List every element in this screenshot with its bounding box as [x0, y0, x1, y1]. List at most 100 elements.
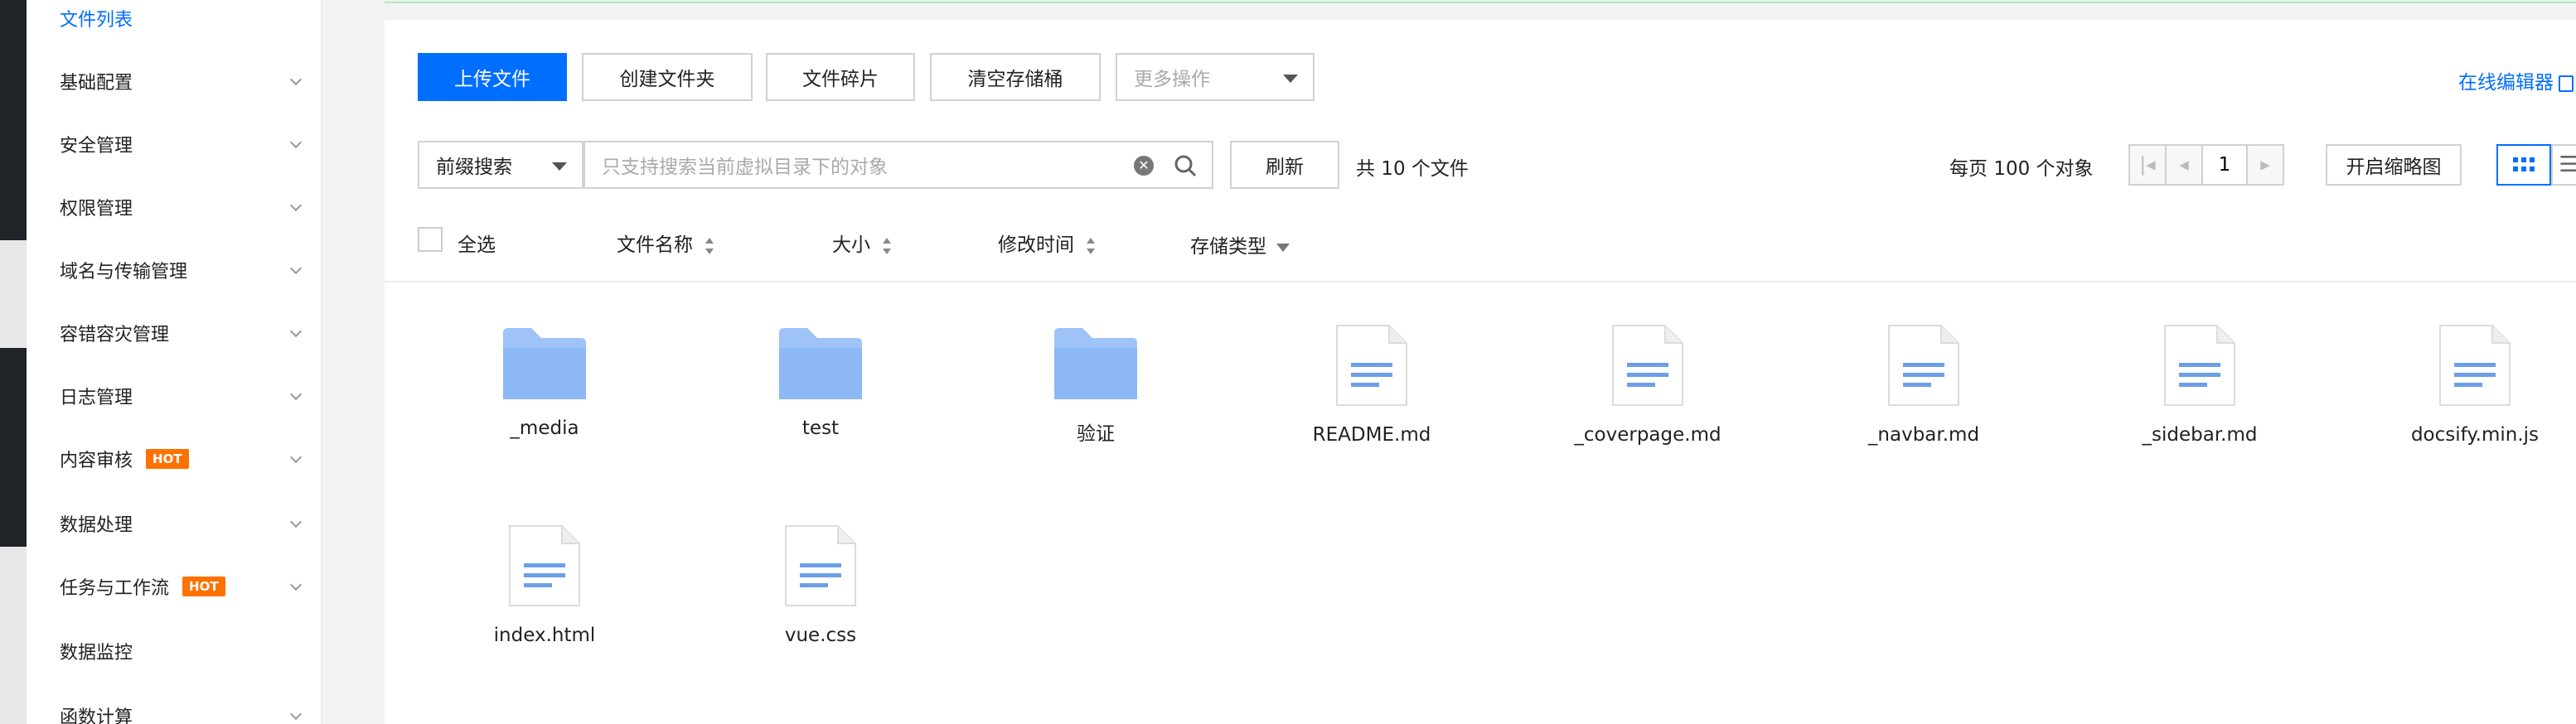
sidebar-item-tasks-workflow[interactable]: 任务与工作流 HOT	[60, 570, 303, 603]
column-size-label: 大小	[832, 234, 870, 256]
file-item[interactable]: index.html	[445, 525, 644, 646]
document-icon	[1888, 325, 1959, 406]
file-name: _sidebar.md	[2142, 424, 2258, 446]
file-name: docsify.min.js	[2410, 424, 2540, 446]
sidebar-item-label: 域名与传输管理	[60, 262, 188, 282]
online-editor-label: 在线编辑器	[2458, 72, 2554, 94]
sidebar-item-basic-config[interactable]: 基础配置	[60, 65, 303, 98]
sidebar-item-label: 任务与工作流	[60, 578, 170, 599]
select-all-checkbox[interactable]	[418, 227, 443, 252]
edit-icon	[2559, 75, 2574, 92]
chevron-down-icon	[289, 73, 303, 86]
more-actions-label: 更多操作	[1134, 69, 1210, 90]
next-page-button[interactable]: ▸	[2246, 144, 2284, 186]
file-item[interactable]: _coverpage.md	[1548, 325, 1747, 446]
sidebar-item-label: 文件列表	[60, 10, 133, 31]
file-item[interactable]: _sidebar.md	[2100, 325, 2299, 446]
notice-bar	[385, 0, 2576, 3]
caret-down-icon	[1276, 243, 1290, 252]
page-number-input[interactable]: 1	[2201, 144, 2248, 186]
app-root: 文件列表 基础配置 安全管理 权限管理 域名与传输管理 容错容灾管理 日志管理 …	[0, 0, 2576, 724]
search-icon[interactable]	[1174, 154, 1197, 177]
sidebar: 文件列表 基础配置 安全管理 权限管理 域名与传输管理 容错容灾管理 日志管理 …	[27, 0, 322, 724]
grid-view-icon[interactable]	[2496, 144, 2551, 186]
sidebar-item-logs[interactable]: 日志管理	[60, 379, 303, 413]
chevron-down-icon	[289, 578, 303, 591]
document-icon	[2164, 325, 2235, 406]
more-actions-select[interactable]: 更多操作	[1116, 53, 1315, 101]
sidebar-item-monitoring[interactable]: 数据监控	[60, 635, 300, 668]
per-page-select[interactable]: 每页 100 个对象	[1949, 152, 2094, 181]
sort-icon	[882, 237, 892, 255]
document-icon	[509, 525, 580, 606]
select-all-label: 全选	[458, 234, 496, 256]
sidebar-item-data-processing[interactable]: 数据处理	[60, 507, 303, 540]
file-item[interactable]: README.md	[1272, 325, 1471, 446]
file-item[interactable]: _navbar.md	[1824, 325, 2023, 446]
search-placeholder: 只支持搜索当前虚拟目录下的对象	[602, 157, 888, 178]
document-icon	[2439, 325, 2511, 406]
file-name: index.html	[493, 625, 596, 646]
clear-icon[interactable]: ✕	[1134, 156, 1154, 176]
main-panel: 上传文件 创建文件夹 文件碎片 清空存储桶 更多操作 在线编辑器 前缀搜索 只支…	[385, 20, 2576, 724]
file-name: test	[801, 418, 840, 439]
sidebar-item-label: 函数计算	[60, 707, 133, 724]
folder-item[interactable]: _media	[445, 328, 644, 439]
online-editor-link[interactable]: 在线编辑器	[2458, 66, 2574, 94]
header-divider	[385, 281, 2576, 282]
column-name-label: 文件名称	[617, 234, 693, 256]
column-storage-label: 存储类型	[1190, 236, 1266, 258]
chevron-down-icon	[289, 388, 303, 401]
file-fragments-button[interactable]: 文件碎片	[766, 53, 915, 101]
clear-bucket-button[interactable]: 清空存储桶	[930, 53, 1101, 101]
document-icon	[1336, 325, 1407, 406]
refresh-button[interactable]: 刷新	[1230, 141, 1339, 189]
sidebar-item-fault-tolerance[interactable]: 容错容灾管理	[60, 316, 303, 350]
folder-icon	[1054, 328, 1137, 399]
caret-down-icon	[1283, 75, 1298, 83]
thumbnail-toggle-button[interactable]: 开启缩略图	[2326, 144, 2462, 186]
first-page-button[interactable]: |◂	[2128, 144, 2167, 186]
folder-icon	[503, 328, 586, 399]
sort-icon	[705, 237, 714, 255]
list-view-icon[interactable]: ☰	[2551, 144, 2576, 186]
upload-button[interactable]: 上传文件	[418, 53, 567, 101]
search-input[interactable]: 只支持搜索当前虚拟目录下的对象 ✕	[583, 141, 1213, 189]
global-nav-strip	[0, 0, 27, 724]
create-folder-button[interactable]: 创建文件夹	[582, 53, 753, 101]
sidebar-item-domain-transfer[interactable]: 域名与传输管理	[60, 253, 303, 287]
folder-item[interactable]: test	[721, 328, 920, 439]
sidebar-item-content-audit[interactable]: 内容审核 HOT	[60, 442, 303, 475]
search-mode-select[interactable]: 前缀搜索	[418, 141, 583, 189]
chevron-down-icon	[289, 136, 303, 149]
sidebar-item-security[interactable]: 安全管理	[60, 128, 303, 161]
folder-icon	[779, 328, 862, 399]
sidebar-item-functions[interactable]: 函数计算	[60, 699, 303, 724]
hot-badge: HOT	[146, 449, 189, 469]
sort-icon	[1086, 237, 1096, 255]
chevron-down-icon	[289, 451, 303, 464]
sort-by-size[interactable]: 大小	[832, 229, 892, 257]
sidebar-item-label: 权限管理	[60, 199, 133, 220]
sidebar-item-label: 日志管理	[60, 388, 133, 408]
sidebar-item-label: 数据处理	[60, 515, 133, 536]
file-item[interactable]: docsify.min.js	[2375, 325, 2574, 446]
hot-badge: HOT	[182, 577, 225, 596]
sort-by-name[interactable]: 文件名称	[617, 229, 714, 257]
folder-item[interactable]: 验证	[996, 328, 1195, 446]
sidebar-item-file-list[interactable]: 文件列表	[60, 2, 300, 35]
sidebar-item-label: 基础配置	[60, 73, 133, 94]
page-number: 1	[2218, 154, 2231, 176]
file-item[interactable]: vue.css	[721, 525, 920, 646]
prev-page-button[interactable]: ◂	[2165, 144, 2203, 186]
sidebar-item-permissions[interactable]: 权限管理	[60, 191, 303, 224]
chevron-down-icon	[289, 515, 303, 529]
sort-by-modified[interactable]: 修改时间	[998, 229, 1096, 257]
file-name: README.md	[1312, 424, 1431, 446]
file-name: vue.css	[784, 625, 857, 646]
total-count: 共 10 个文件	[1356, 158, 1469, 180]
storage-class-filter[interactable]: 存储类型	[1190, 230, 1290, 258]
column-modified-label: 修改时间	[998, 234, 1074, 256]
document-icon	[1612, 325, 1683, 406]
chevron-down-icon	[289, 262, 303, 275]
